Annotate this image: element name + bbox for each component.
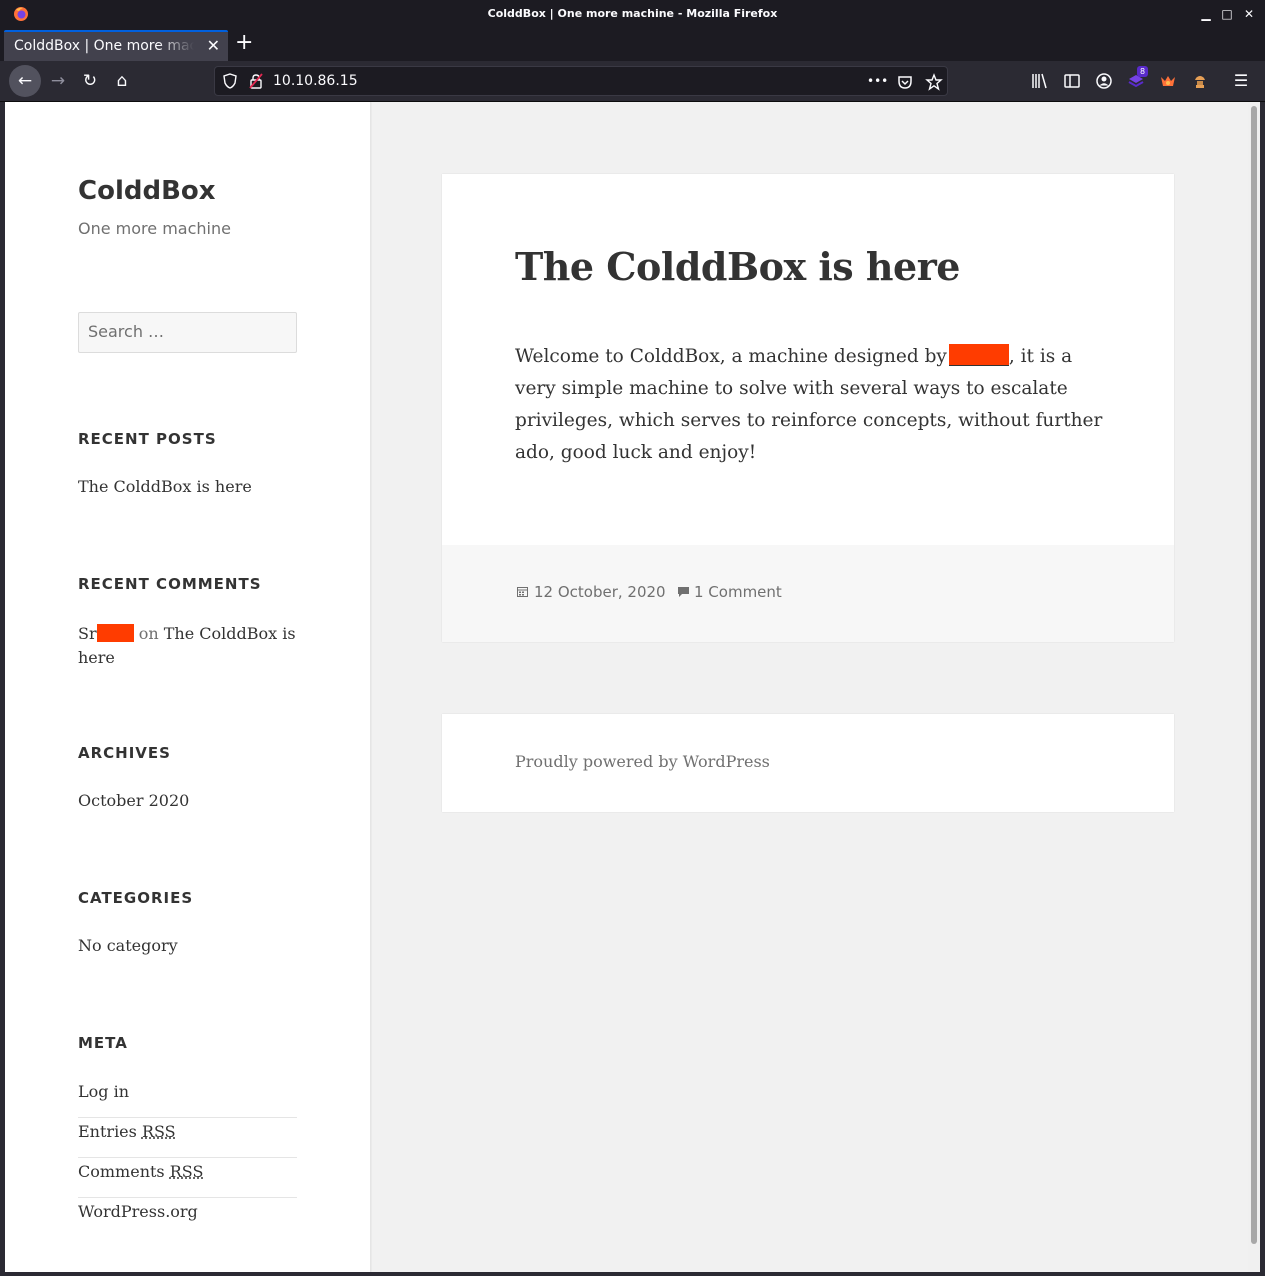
pocket-icon[interactable] bbox=[897, 74, 913, 90]
tracking-shield-icon[interactable] bbox=[223, 73, 237, 89]
sidebar-icon[interactable] bbox=[1062, 71, 1082, 91]
recent-posts-heading: RECENT POSTS bbox=[78, 430, 217, 448]
archive-link[interactable]: October 2020 bbox=[78, 791, 189, 810]
extension-agent-icon[interactable] bbox=[1190, 71, 1210, 91]
tab-colddbox[interactable]: ColddBox | One more machine ✕ bbox=[4, 30, 228, 61]
redacted-author-name bbox=[96, 624, 134, 642]
comment-post-link[interactable]: The ColddBox is bbox=[164, 624, 296, 643]
url-text[interactable]: 10.10.86.15 bbox=[273, 73, 358, 89]
home-button[interactable]: ⌂ bbox=[106, 65, 138, 97]
extension-badge: 8 bbox=[1137, 66, 1149, 77]
window-close-button[interactable]: ✕ bbox=[1241, 6, 1257, 22]
reload-button[interactable]: ↻ bbox=[74, 65, 106, 97]
recent-comment-item: Sr on The ColddBox is here bbox=[78, 622, 298, 670]
comment-icon bbox=[678, 587, 689, 597]
powered-by-link[interactable]: Proudly powered by WordPress bbox=[515, 752, 770, 771]
post-comments-link[interactable]: 1 Comment bbox=[694, 583, 782, 601]
scrollbar-thumb[interactable] bbox=[1251, 106, 1257, 1244]
site-title[interactable]: ColddBox bbox=[78, 176, 216, 206]
forward-button[interactable]: → bbox=[42, 65, 74, 97]
page-actions-icon[interactable]: ••• bbox=[867, 74, 888, 88]
site-sidebar: ColddBox One more machine Search … RECEN… bbox=[5, 102, 371, 1272]
meta-wordpress-link[interactable]: WordPress.org bbox=[78, 1198, 297, 1238]
tab-close-icon[interactable]: ✕ bbox=[207, 36, 220, 55]
categories-heading: CATEGORIES bbox=[78, 889, 194, 907]
page-scrollbar[interactable] bbox=[1248, 102, 1260, 1272]
meta-heading: META bbox=[78, 1034, 128, 1052]
meta-entries-rss-link[interactable]: Entries RSS bbox=[78, 1118, 297, 1158]
bookmark-star-icon[interactable] bbox=[925, 73, 943, 91]
minimize-button[interactable]: ▁ bbox=[1198, 6, 1214, 22]
calendar-icon bbox=[517, 587, 528, 597]
account-icon[interactable] bbox=[1094, 71, 1114, 91]
archives-heading: ARCHIVES bbox=[78, 744, 171, 762]
library-icon[interactable] bbox=[1030, 71, 1050, 91]
comment-post-link-cont[interactable]: here bbox=[78, 648, 115, 667]
recent-comments-heading: RECENT COMMENTS bbox=[78, 575, 262, 593]
back-button[interactable]: ← bbox=[9, 65, 41, 97]
site-description: One more machine bbox=[78, 219, 231, 238]
category-link[interactable]: No category bbox=[78, 936, 178, 955]
site-footer: Proudly powered by WordPress bbox=[442, 714, 1174, 812]
maximize-button[interactable]: □ bbox=[1219, 6, 1235, 22]
tab-strip: ColddBox | One more machine ✕ bbox=[0, 28, 1265, 61]
address-bar[interactable]: 10.10.86.15 ••• bbox=[214, 66, 948, 96]
post-article: The ColddBox is here Welcome to ColddBox… bbox=[442, 174, 1174, 642]
search-input[interactable]: Search … bbox=[78, 312, 297, 353]
post-date-link[interactable]: 12 October, 2020 bbox=[534, 583, 666, 601]
post-title[interactable]: The ColddBox is here bbox=[515, 244, 960, 289]
window-bottom-edge bbox=[0, 1272, 1265, 1276]
window-titlebar: ColddBox | One more machine - Mozilla Fi… bbox=[0, 0, 1265, 28]
meta-login-link[interactable]: Log in bbox=[78, 1078, 297, 1118]
comment-on-text: on bbox=[138, 624, 159, 643]
insecure-lock-icon[interactable] bbox=[248, 73, 264, 89]
meta-list: Log in Entries RSS Comments RSS WordPres… bbox=[78, 1078, 297, 1238]
navigation-toolbar: ← → ↻ ⌂ 10.10.86.15 ••• 8 ☰ bbox=[0, 61, 1265, 102]
meta-comments-rss-link[interactable]: Comments RSS bbox=[78, 1158, 297, 1198]
post-footer: 12 October, 2020 1 Comment bbox=[442, 545, 1174, 642]
window-title: ColddBox | One more machine - Mozilla Fi… bbox=[487, 7, 778, 20]
page-viewport: ColddBox One more machine Search … RECEN… bbox=[5, 102, 1260, 1272]
hamburger-menu-button[interactable]: ☰ bbox=[1231, 71, 1251, 91]
new-tab-button[interactable]: + bbox=[235, 30, 253, 56]
tab-title: ColddBox | One more machine bbox=[14, 38, 194, 54]
post-content: Welcome to ColddBox, a machine designed … bbox=[515, 344, 1103, 463]
comment-author-prefix[interactable]: Sr bbox=[78, 624, 97, 643]
extension-fox-icon[interactable] bbox=[1158, 71, 1178, 91]
recent-post-link[interactable]: The ColddBox is here bbox=[78, 477, 252, 496]
redacted-designer-name bbox=[948, 344, 1009, 366]
